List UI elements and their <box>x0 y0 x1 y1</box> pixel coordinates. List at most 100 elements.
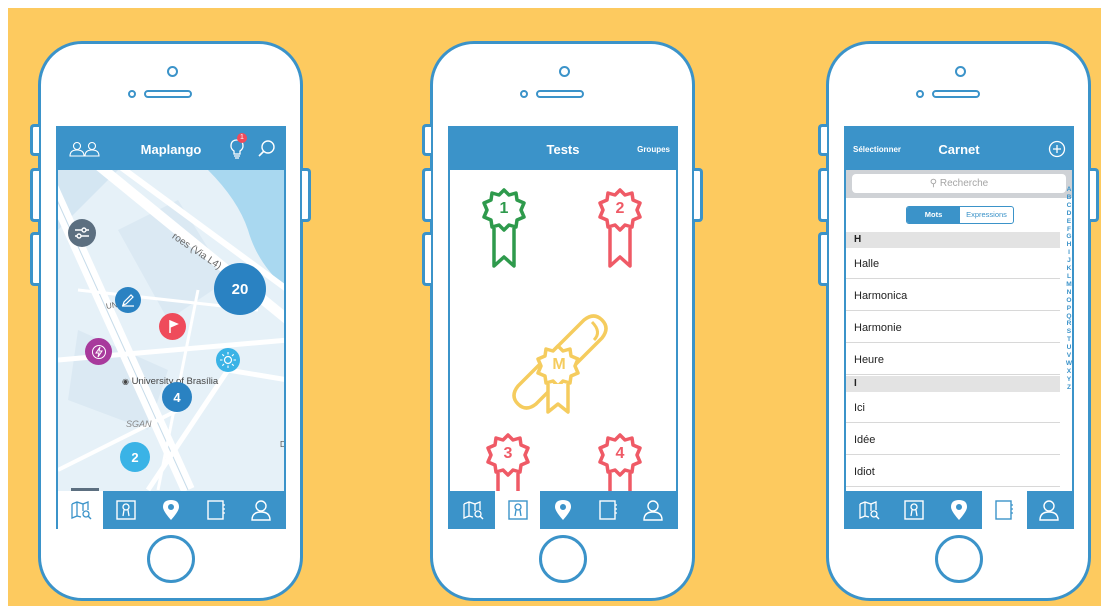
alphabet-index[interactable]: ABCDEFGHIJKLMNOPQRSTUVWXYZ <box>1063 186 1072 392</box>
index-letter[interactable]: L <box>1063 273 1072 281</box>
word-row[interactable]: Harmonie <box>846 312 1060 343</box>
index-letter[interactable]: G <box>1063 233 1072 241</box>
cluster-4[interactable]: 4 <box>162 382 192 412</box>
tab-tests[interactable] <box>891 491 936 529</box>
district-label: SGAN <box>126 419 152 429</box>
badge-label: M <box>552 356 566 373</box>
index-letter[interactable]: W <box>1063 360 1072 368</box>
filter-button[interactable] <box>68 219 96 247</box>
index-letter[interactable]: Z <box>1063 384 1072 392</box>
phone-tests: Tests Groupes 1 2 M 3 4 <box>422 41 703 601</box>
badge-2[interactable]: 2 <box>595 186 645 272</box>
word-row[interactable]: Harmonica <box>846 280 1060 311</box>
badge-1[interactable]: 1 <box>479 186 529 272</box>
volume-down <box>422 232 431 286</box>
index-letter[interactable]: N <box>1063 289 1072 297</box>
word-row[interactable]: Ici <box>846 392 1060 423</box>
tab-profile[interactable] <box>239 491 284 529</box>
tab-bar <box>846 491 1072 529</box>
phone-map: roes (Via L4) UN ◉ University of Brasíli… <box>30 41 311 601</box>
tests-screen: Tests Groupes 1 2 M 3 4 <box>448 126 678 529</box>
index-letter[interactable]: E <box>1063 218 1072 226</box>
tab-places[interactable] <box>936 491 981 529</box>
index-letter[interactable]: T <box>1063 336 1072 344</box>
mute-switch <box>30 124 39 156</box>
word-row[interactable]: Idée <box>846 424 1060 455</box>
index-letter[interactable]: Q <box>1063 313 1072 321</box>
tab-map[interactable] <box>58 491 104 529</box>
camera <box>559 66 570 77</box>
sensor <box>128 90 136 98</box>
index-letter[interactable]: C <box>1063 202 1072 210</box>
index-letter[interactable]: F <box>1063 226 1072 234</box>
tab-tests[interactable] <box>495 491 541 529</box>
location-pin-icon <box>555 500 571 520</box>
index-letter[interactable]: J <box>1063 257 1072 265</box>
index-letter[interactable]: R <box>1063 320 1072 328</box>
lightning-pin[interactable] <box>85 338 112 365</box>
speaker <box>144 90 192 98</box>
index-letter[interactable]: D <box>1063 210 1072 218</box>
search-icon[interactable] <box>258 139 276 157</box>
index-letter[interactable]: V <box>1063 352 1072 360</box>
tab-profile[interactable] <box>1027 491 1072 529</box>
edit-pin[interactable] <box>115 287 141 313</box>
index-letter[interactable]: Y <box>1063 376 1072 384</box>
sun-pin-1[interactable] <box>216 348 240 372</box>
tab-profile[interactable] <box>631 491 676 529</box>
tab-carnet[interactable] <box>586 491 631 529</box>
index-letter[interactable]: I <box>1063 249 1072 257</box>
section-header: H <box>846 232 1060 248</box>
sensor <box>916 90 924 98</box>
filter-icon <box>75 227 89 239</box>
tab-carnet[interactable] <box>981 491 1027 529</box>
location-pin-icon <box>163 500 179 520</box>
add-icon[interactable] <box>1048 140 1066 158</box>
camera <box>955 66 966 77</box>
index-letter[interactable]: M <box>1063 281 1072 289</box>
home-button[interactable] <box>935 535 983 583</box>
award-ribbon-icon <box>598 188 642 268</box>
index-letter[interactable]: U <box>1063 344 1072 352</box>
tab-map[interactable] <box>450 491 495 529</box>
badge-master[interactable]: M <box>506 308 626 418</box>
sun-icon <box>220 352 236 368</box>
word-row[interactable]: Idiot <box>846 456 1060 487</box>
index-letter[interactable]: O <box>1063 297 1072 305</box>
home-button[interactable] <box>539 535 587 583</box>
camera <box>167 66 178 77</box>
tab-tests[interactable] <box>103 491 148 529</box>
cluster-2[interactable]: 2 <box>120 442 150 472</box>
search-input[interactable]: ⚲ Recherche <box>852 174 1066 193</box>
tab-places[interactable] <box>540 491 585 529</box>
groups-button[interactable]: Groupes <box>637 145 670 154</box>
map-search-icon <box>462 501 484 520</box>
index-letter[interactable]: B <box>1063 194 1072 202</box>
index-letter[interactable]: S <box>1063 328 1072 336</box>
speaker <box>932 90 980 98</box>
notification-badge: 1 <box>237 133 247 143</box>
segment-expressions[interactable]: Expressions <box>960 207 1013 223</box>
index-letter[interactable]: H <box>1063 241 1072 249</box>
index-letter[interactable]: K <box>1063 265 1072 273</box>
segment-mots[interactable]: Mots <box>907 207 960 223</box>
word-row[interactable]: Halle <box>846 248 1060 279</box>
tab-carnet[interactable] <box>194 491 239 529</box>
header: Maplango 1 <box>58 126 284 170</box>
word-row[interactable]: Heure <box>846 344 1060 375</box>
flag-pin[interactable] <box>159 313 186 340</box>
page-title: Maplango <box>140 142 202 157</box>
index-letter[interactable]: A <box>1063 186 1072 194</box>
tab-bar <box>450 491 676 529</box>
award-ribbon-icon <box>482 188 526 268</box>
tab-places[interactable] <box>148 491 193 529</box>
home-button[interactable] <box>147 535 195 583</box>
tab-map[interactable] <box>846 491 891 529</box>
volume-up <box>422 168 431 222</box>
mute-switch <box>422 124 431 156</box>
notebook-icon <box>995 500 1014 520</box>
index-letter[interactable]: P <box>1063 305 1072 313</box>
badge-label: 1 <box>499 200 509 217</box>
cluster-20[interactable]: 20 <box>214 263 266 315</box>
index-letter[interactable]: X <box>1063 368 1072 376</box>
